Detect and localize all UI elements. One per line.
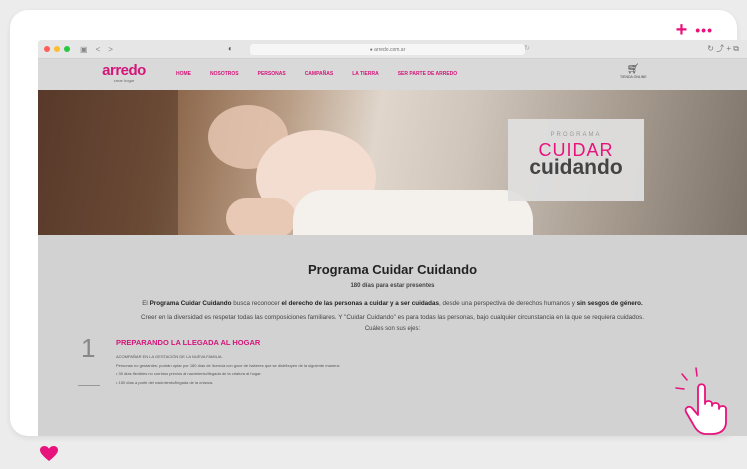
reload-icon[interactable]: ↻ (524, 44, 530, 52)
para-text-diversity: Creer en la diversidad es respetar todas… (140, 314, 645, 321)
page-title: Programa Cuidar Cuidando (307, 262, 478, 277)
hero-shadow (38, 90, 178, 235)
para-bold-program: Programa Cuidar Cuidando (149, 300, 232, 307)
card-actions: + ••• (676, 20, 713, 40)
step-line: Personas no gestantes: podrán optar por … (116, 362, 340, 368)
para-text: busca reconocer (231, 300, 282, 307)
page-subtitle: 180 días para estar presentes (350, 283, 435, 289)
program-content: Programa Cuidar Cuidando 180 días para e… (38, 262, 747, 332)
intro-paragraph: El Programa Cuidar Cuidando busca recono… (38, 297, 747, 325)
browser-toolbar: ▣ < > ◐ ● arredo.com.ar ↻ ↻ ⤴ + ⧉ (38, 40, 747, 59)
step-description: ACOMPAÑAR EN LA GESTACIÓN DE LA NUEVA FA… (116, 353, 340, 387)
nav-item-home[interactable]: HOME (176, 71, 191, 77)
site-header: arredo crear hogar HOME NOSOTROS PERSONA… (38, 59, 747, 90)
nav-item-personas[interactable]: PERSONAS (258, 71, 286, 77)
store-label: TIENDA ONLINE (620, 75, 647, 79)
forward-icon[interactable]: > (108, 45, 113, 54)
hero-blanket (293, 190, 533, 235)
para-bold-right: el derecho de las personas a cuidar y a … (281, 300, 440, 307)
step-line: ACOMPAÑAR EN LA GESTACIÓN DE LA NUEVA FA… (116, 354, 223, 359)
para-text: El (142, 300, 150, 307)
maximize-window-button[interactable] (64, 46, 70, 52)
step-divider (78, 385, 100, 386)
axis-step-1: 1 PREPARANDO LA LLEGADA AL HOGAR ACOMPAÑ… (78, 333, 638, 403)
plus-icon[interactable]: + (676, 20, 688, 40)
close-window-button[interactable] (44, 46, 50, 52)
hero-title-box: PROGRAMA CUIDAR cuidando (508, 119, 644, 201)
window-controls (44, 46, 70, 52)
para-bold-gender: sin sesgos de género. (576, 300, 643, 307)
sidebar-icon[interactable]: ▣ (80, 45, 88, 54)
hero-title-line2: cuidando (529, 156, 623, 179)
site-nav: HOME NOSOTROS PERSONAS CAMPAÑAS LA TIERR… (176, 71, 476, 77)
step-line: • 150 días a partir del nacimiento/llega… (116, 379, 214, 385)
step-title: PREPARANDO LA LLEGADA AL HOGAR (116, 338, 261, 347)
hero-pretitle: PROGRAMA (550, 132, 602, 138)
pointer-hand-icon (675, 367, 727, 435)
step-number: 1 (81, 333, 96, 363)
address-bar[interactable]: ● arredo.com.ar (250, 44, 525, 55)
shield-icon[interactable]: ◐ (228, 44, 233, 53)
minimize-window-button[interactable] (54, 46, 60, 52)
nav-item-ser-parte[interactable]: SER PARTE DE ARREDO (398, 71, 457, 77)
site-logo[interactable]: arredo crear hogar (100, 62, 148, 84)
logo-word: arredo (102, 62, 146, 79)
back-icon[interactable]: < (96, 45, 101, 54)
step-line: • 30 días flexibles no corridos previos … (116, 371, 262, 376)
cart-icon: 🛒︎ (626, 64, 640, 75)
hero-arm (226, 198, 296, 235)
online-store-link[interactable]: 🛒︎ TIENDA ONLINE (620, 64, 647, 80)
para-text: , desde una perspectiva de derechos huma… (439, 300, 577, 307)
nav-item-campanas[interactable]: CAMPAÑAS (305, 71, 334, 77)
browser-nav: ▣ < > (80, 45, 113, 54)
heart-icon[interactable] (40, 446, 58, 462)
more-options-icon[interactable]: ••• (695, 22, 713, 38)
browser-actions[interactable]: ↻ ⤴ + ⧉ (707, 43, 739, 54)
hero-banner: PROGRAMA CUIDAR cuidando (38, 90, 747, 235)
nav-item-la-tierra[interactable]: LA TIERRA (352, 71, 378, 77)
axes-heading: Cuáles son sus ejes: (364, 326, 421, 332)
nav-item-nosotros[interactable]: NOSOTROS (210, 71, 239, 77)
